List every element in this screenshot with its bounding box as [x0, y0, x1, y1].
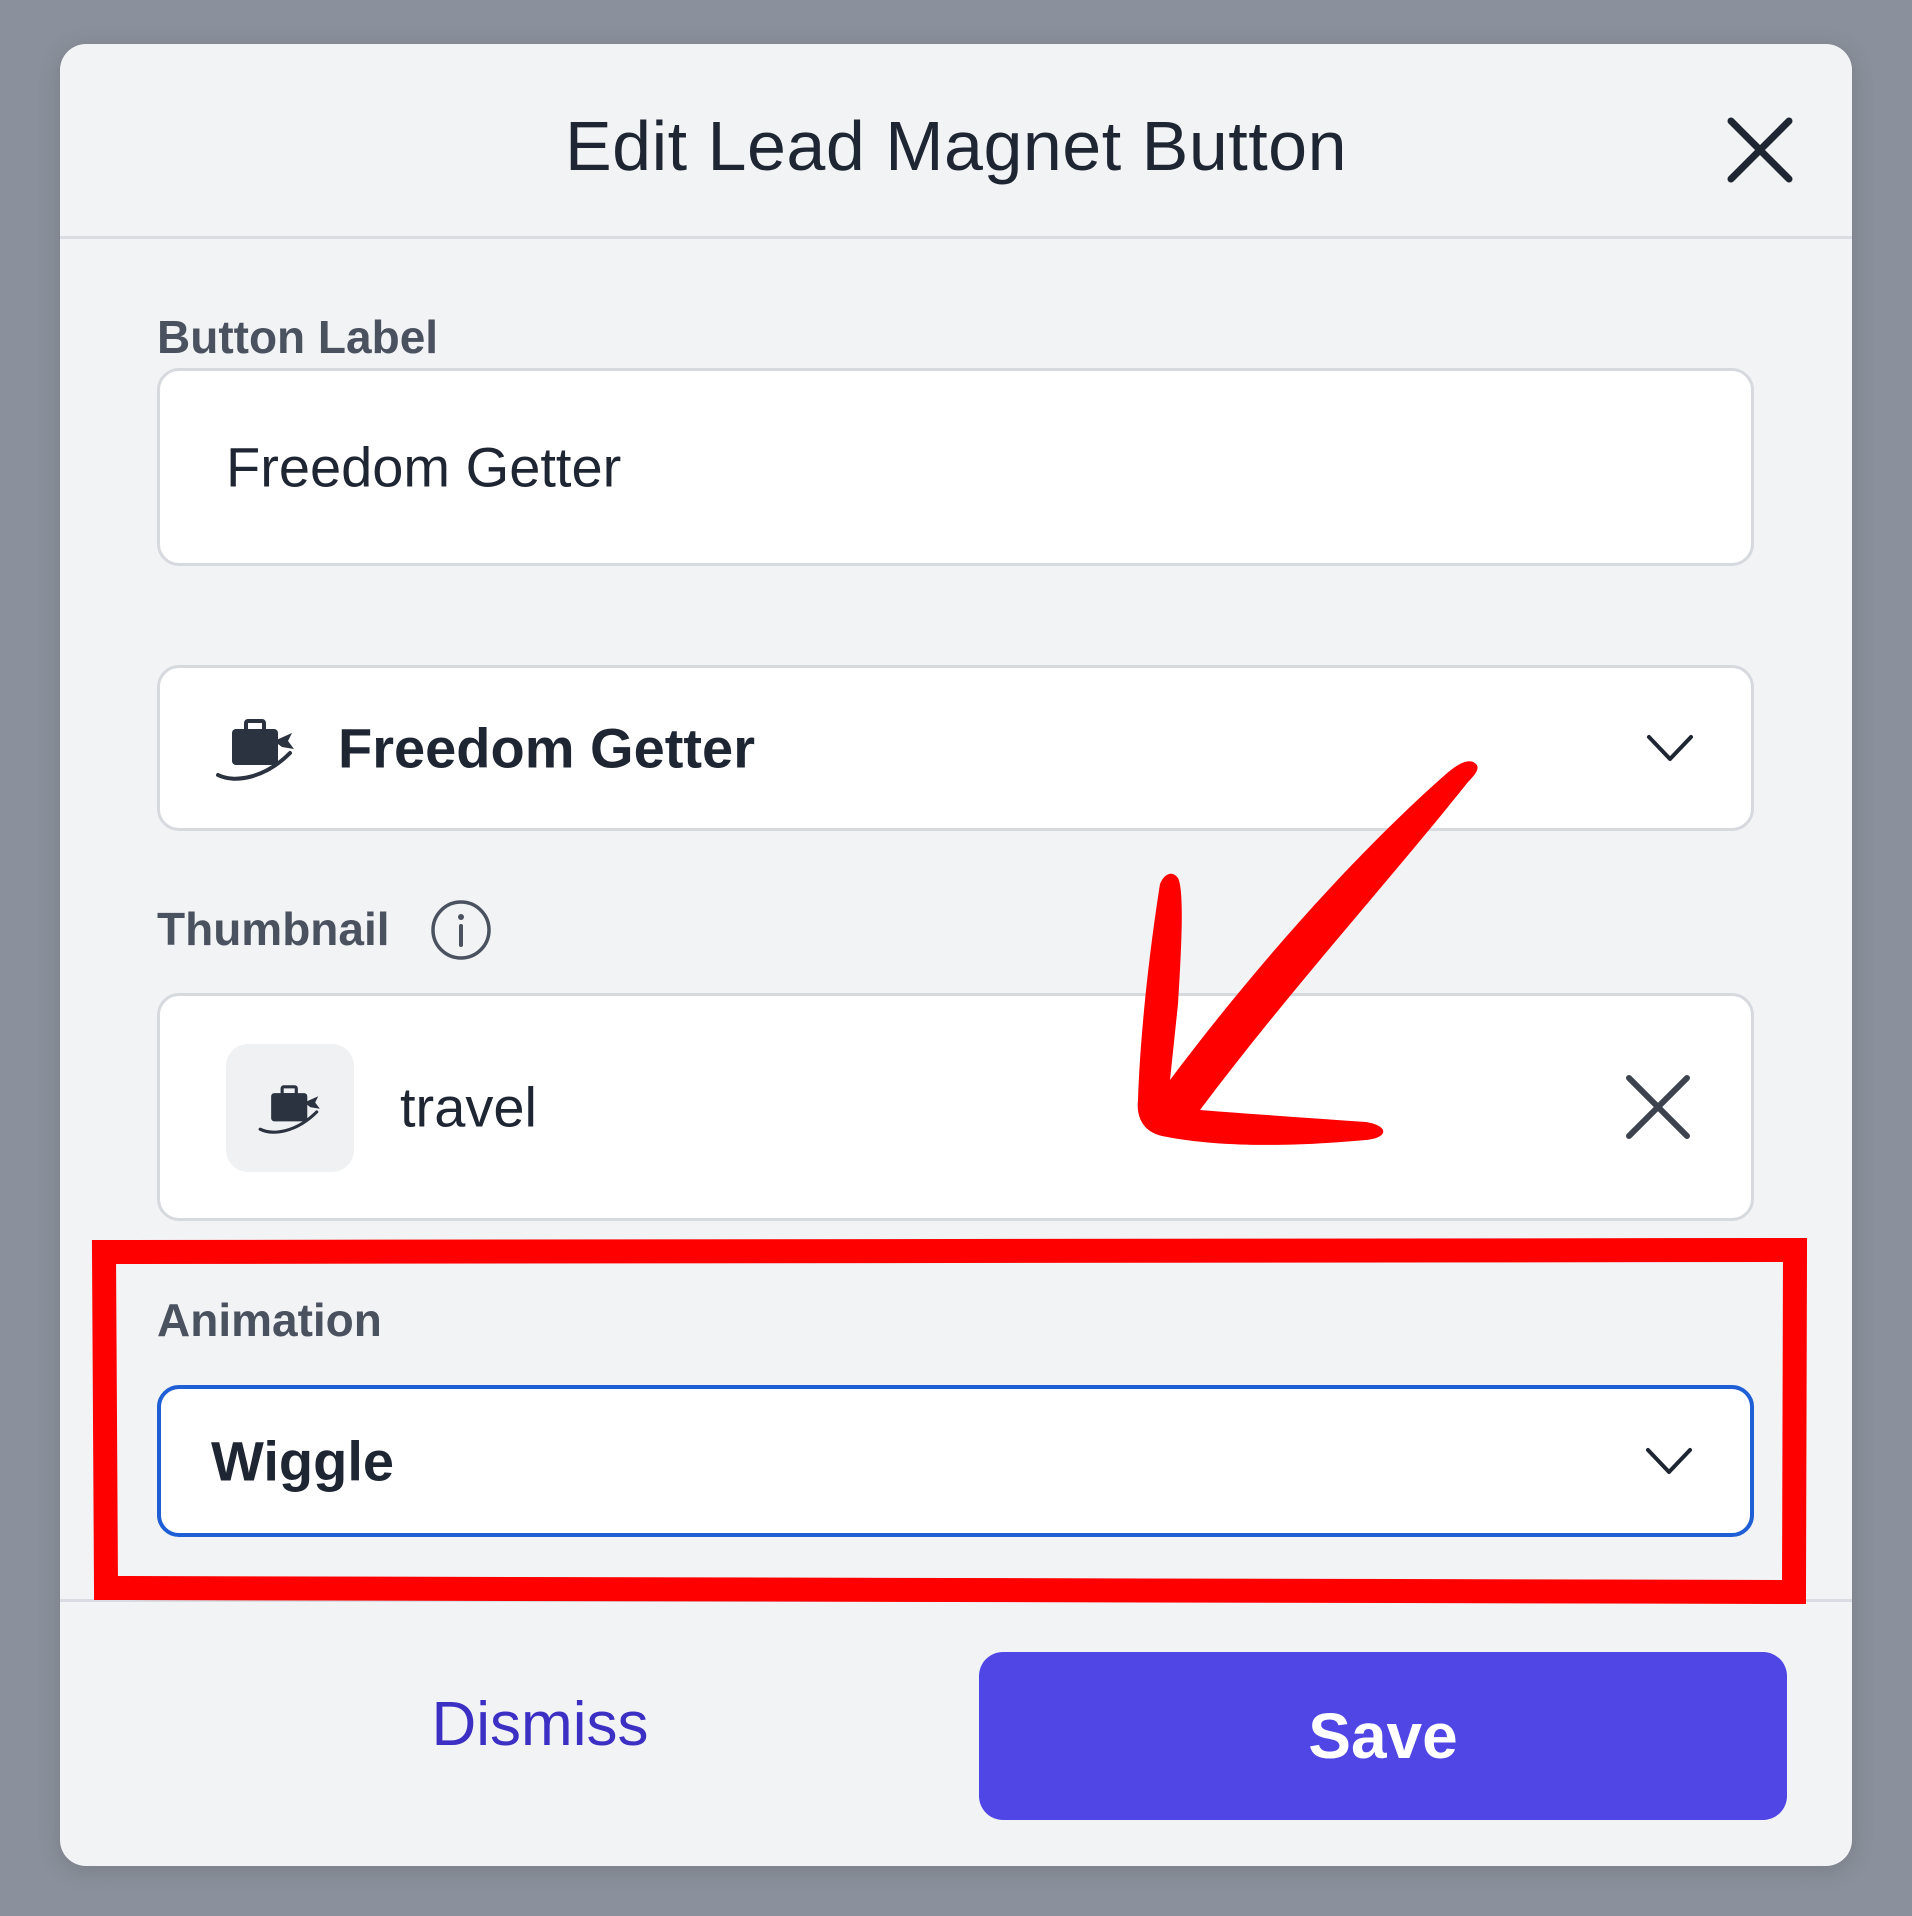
lead-magnet-selected: Freedom Getter — [338, 716, 755, 780]
button-label-heading: Button Label — [157, 311, 439, 363]
button-label-value: Freedom Getter — [226, 435, 622, 499]
briefcase-plane-icon — [216, 719, 294, 781]
thumbnail-preview — [226, 1044, 354, 1172]
button-label-input[interactable]: Freedom Getter — [157, 368, 1754, 566]
thumbnail-file-name: travel — [400, 1075, 537, 1139]
close-button[interactable] — [1720, 110, 1800, 190]
close-icon — [1727, 117, 1793, 183]
edit-lead-magnet-modal: Edit Lead Magnet Button Button Label Fre… — [60, 44, 1852, 1866]
briefcase-plane-icon — [258, 1085, 320, 1134]
animation-heading: Animation — [157, 1294, 382, 1346]
chevron-down-icon — [1646, 1448, 1692, 1474]
info-icon[interactable] — [430, 899, 492, 961]
thumbnail-heading: Thumbnail — [157, 903, 390, 955]
save-button[interactable]: Save — [979, 1652, 1787, 1820]
animation-select[interactable]: Wiggle — [157, 1385, 1754, 1537]
lead-magnet-select[interactable]: Freedom Getter — [157, 665, 1754, 831]
modal-header: Edit Lead Magnet Button — [60, 44, 1852, 239]
modal-title: Edit Lead Magnet Button — [564, 107, 1348, 185]
thumbnail-field[interactable]: travel — [157, 993, 1754, 1221]
dismiss-button[interactable]: Dismiss — [360, 1674, 720, 1774]
footer-divider — [60, 1599, 1852, 1602]
close-icon[interactable] — [1623, 1072, 1693, 1142]
chevron-down-icon — [1647, 735, 1693, 761]
animation-selected: Wiggle — [211, 1429, 395, 1493]
